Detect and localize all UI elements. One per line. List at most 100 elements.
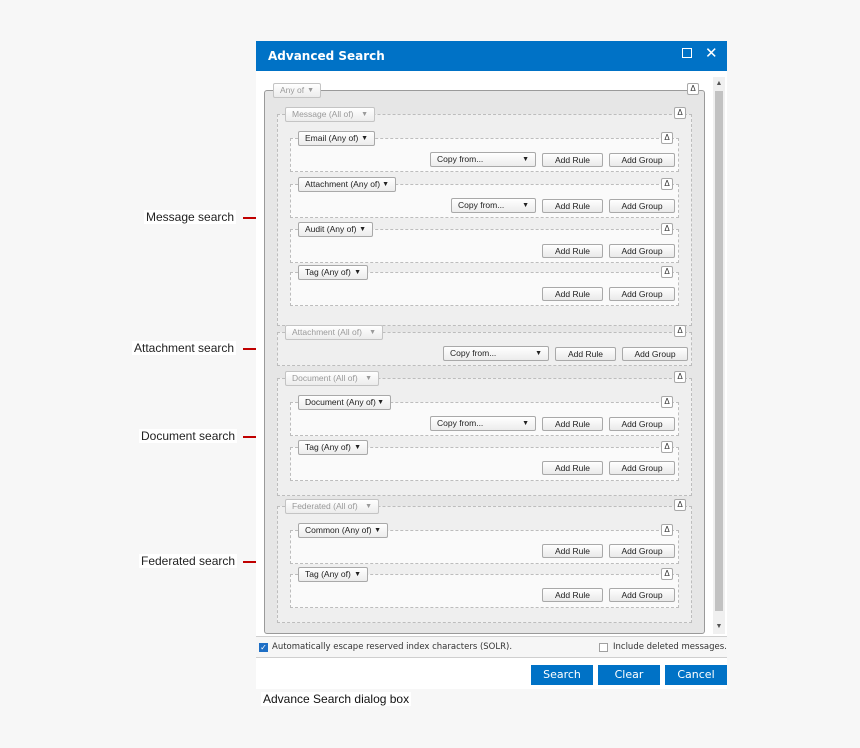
- advanced-search-dialog: Advanced Search ✕ ▲ ▼ Any of ▼ Δ Message…: [256, 41, 727, 689]
- add-group-button[interactable]: Add Group: [609, 544, 675, 558]
- chevron-down-icon: ▼: [522, 202, 529, 209]
- collapse-federated-group-button[interactable]: Δ: [674, 499, 686, 511]
- collapse-audit-button[interactable]: Δ: [661, 223, 673, 235]
- clear-button[interactable]: Clear: [598, 665, 660, 685]
- common-subgroup-select[interactable]: Common (Any of) ▼: [298, 523, 388, 538]
- add-group-button[interactable]: Add Group: [609, 244, 675, 258]
- tag-subgroup-select[interactable]: Tag (Any of) ▼: [298, 567, 368, 582]
- add-group-button[interactable]: Add Group: [609, 153, 675, 167]
- add-rule-button[interactable]: Add Rule: [542, 544, 603, 558]
- figure-caption: Advance Search dialog box: [261, 692, 412, 706]
- scroll-up-icon[interactable]: ▲: [713, 79, 725, 89]
- query-builder-area: ▲ ▼ Any of ▼ Δ Message (All of) ▼ Δ Emai…: [256, 71, 727, 636]
- chevron-down-icon: ▼: [361, 111, 368, 118]
- scroll-down-icon[interactable]: ▼: [713, 622, 725, 632]
- add-rule-button[interactable]: Add Rule: [542, 461, 603, 475]
- copy-from-select[interactable]: Copy from... ▼: [430, 416, 536, 431]
- annotation-label: Message search: [144, 210, 237, 224]
- add-rule-button[interactable]: Add Rule: [542, 153, 603, 167]
- select-label: Email (Any of): [305, 133, 359, 143]
- collapse-tag-button[interactable]: Δ: [661, 441, 673, 453]
- escape-solr-checkbox[interactable]: ✓: [259, 643, 268, 652]
- add-group-button[interactable]: Add Group: [622, 347, 688, 361]
- annotation-label: Federated search: [139, 554, 238, 568]
- select-label: Tag (Any of): [305, 267, 351, 277]
- tag-subgroup-select[interactable]: Tag (Any of) ▼: [298, 265, 368, 280]
- select-label: Document (All of): [292, 373, 358, 383]
- select-label: Attachment (All of): [292, 327, 362, 337]
- dialog-title: Advanced Search: [268, 49, 385, 63]
- add-rule-button[interactable]: Add Rule: [542, 287, 603, 301]
- copy-from-select[interactable]: Copy from... ▼: [430, 152, 536, 167]
- select-label: Tag (Any of): [305, 569, 351, 579]
- select-label: Copy from...: [458, 200, 505, 210]
- collapse-root-button[interactable]: Δ: [687, 83, 699, 95]
- collapse-attachment-button[interactable]: Δ: [661, 178, 673, 190]
- attachment-subgroup-select[interactable]: Attachment (Any of) ▼: [298, 177, 396, 192]
- chevron-down-icon: ▼: [365, 503, 372, 510]
- email-subgroup-select[interactable]: Email (Any of) ▼: [298, 131, 375, 146]
- select-label: Document (Any of): [305, 397, 376, 407]
- select-label: Copy from...: [437, 154, 484, 164]
- chevron-down-icon: ▼: [359, 226, 366, 233]
- chevron-down-icon: ▼: [535, 350, 542, 357]
- chevron-down-icon: ▼: [354, 571, 361, 578]
- add-group-button[interactable]: Add Group: [609, 417, 675, 431]
- annotation-label: Attachment search: [132, 341, 237, 355]
- maximize-icon[interactable]: [682, 48, 692, 58]
- add-group-button[interactable]: Add Group: [609, 588, 675, 602]
- attachment-group-select[interactable]: Attachment (All of) ▼: [285, 325, 383, 340]
- document-subgroup-select[interactable]: Document (Any of) ▼: [298, 395, 391, 410]
- copy-from-select[interactable]: Copy from... ▼: [451, 198, 536, 213]
- chevron-down-icon: ▼: [354, 269, 361, 276]
- add-rule-button[interactable]: Add Rule: [555, 347, 616, 361]
- add-group-button[interactable]: Add Group: [609, 461, 675, 475]
- chevron-down-icon: ▼: [522, 156, 529, 163]
- scrollbar-thumb[interactable]: [715, 91, 723, 611]
- chevron-down-icon: ▼: [369, 329, 376, 336]
- select-label: Any of: [280, 85, 305, 95]
- vertical-scrollbar[interactable]: ▲ ▼: [713, 77, 725, 634]
- audit-subgroup-select[interactable]: Audit (Any of) ▼: [298, 222, 373, 237]
- tag-subgroup-select[interactable]: Tag (Any of) ▼: [298, 440, 368, 455]
- chevron-down-icon: ▼: [374, 527, 381, 534]
- message-group-select[interactable]: Message (All of) ▼: [285, 107, 375, 122]
- add-rule-button[interactable]: Add Rule: [542, 588, 603, 602]
- collapse-tag-button[interactable]: Δ: [661, 568, 673, 580]
- collapse-document-group-button[interactable]: Δ: [674, 371, 686, 383]
- document-group-select[interactable]: Document (All of) ▼: [285, 371, 379, 386]
- chevron-down-icon: ▼: [361, 135, 368, 142]
- add-group-button[interactable]: Add Group: [609, 199, 675, 213]
- collapse-common-button[interactable]: Δ: [661, 524, 673, 536]
- search-button[interactable]: Search: [531, 665, 593, 685]
- cancel-button[interactable]: Cancel: [665, 665, 727, 685]
- select-label: Tag (Any of): [305, 442, 351, 452]
- chevron-down-icon: ▼: [377, 399, 384, 406]
- collapse-document-button[interactable]: Δ: [661, 396, 673, 408]
- add-group-button[interactable]: Add Group: [609, 287, 675, 301]
- collapse-email-button[interactable]: Δ: [661, 132, 673, 144]
- collapse-attachment-group-button[interactable]: Δ: [674, 325, 686, 337]
- add-rule-button[interactable]: Add Rule: [542, 199, 603, 213]
- select-label: Message (All of): [292, 109, 354, 119]
- add-rule-button[interactable]: Add Rule: [542, 417, 603, 431]
- chevron-down-icon: ▼: [522, 420, 529, 427]
- select-label: Attachment (Any of): [305, 179, 381, 189]
- federated-group-select[interactable]: Federated (All of) ▼: [285, 499, 379, 514]
- include-deleted-label: Include deleted messages.: [613, 642, 727, 652]
- copy-from-select[interactable]: Copy from... ▼: [443, 346, 549, 361]
- chevron-down-icon: ▼: [365, 375, 372, 382]
- search-options: ✓ Automatically escape reserved index ch…: [256, 636, 727, 658]
- title-bar: Advanced Search ✕: [256, 41, 727, 71]
- include-deleted-checkbox[interactable]: [599, 643, 608, 652]
- chevron-down-icon: ▼: [354, 444, 361, 451]
- chevron-down-icon: ▼: [307, 87, 314, 94]
- annotation-label: Document search: [139, 429, 238, 443]
- select-label: Copy from...: [437, 418, 484, 428]
- collapse-tag-button[interactable]: Δ: [661, 266, 673, 278]
- close-icon[interactable]: ✕: [705, 44, 718, 62]
- root-combinator-select[interactable]: Any of ▼: [273, 83, 321, 98]
- select-label: Copy from...: [450, 348, 497, 358]
- collapse-message-button[interactable]: Δ: [674, 107, 686, 119]
- add-rule-button[interactable]: Add Rule: [542, 244, 603, 258]
